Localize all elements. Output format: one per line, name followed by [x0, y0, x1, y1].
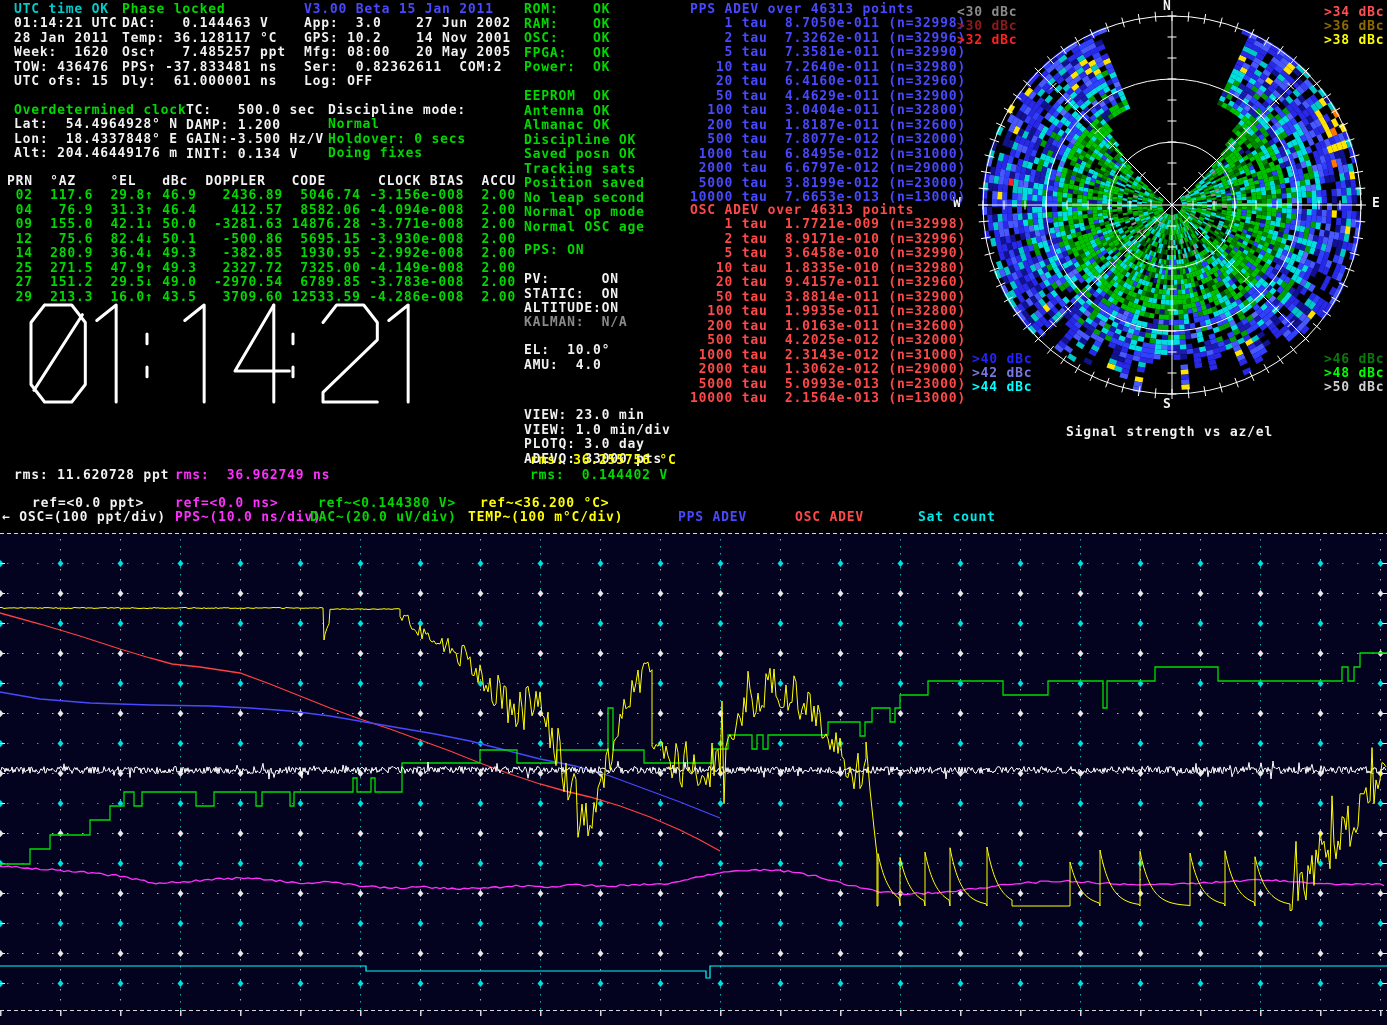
legend-gt50: >50 dBc — [1324, 381, 1384, 396]
kalman-status: KALMAN: N/A — [524, 316, 628, 331]
scale-temp: TEMP~(100 m°C/div) — [468, 511, 623, 526]
compass-south-label: S — [1163, 398, 1172, 413]
rms-dac: rms: 0.144402 V — [530, 469, 668, 484]
scale-pps: PPS~(10.0 ns/div) — [175, 511, 322, 526]
heather-screen: N E S W Signal strength vs az/el UTC tim… — [0, 0, 1387, 1025]
compass-north-label: N — [1163, 0, 1172, 15]
osc-adev-rows: 1 tau 1.7721e-009 (n=32998) 2 tau 8.9171… — [690, 218, 966, 407]
rms-osc: rms: 11.620728 ppt — [14, 469, 169, 484]
compass-east-label: E — [1372, 197, 1381, 212]
position-values: Lat: 54.4964928° N Lon: 18.4337848° E Al… — [14, 118, 178, 162]
scale-osc: ← OSC=(100 ppt/div) — [2, 511, 166, 526]
label-sat-count: Sat count — [918, 511, 996, 526]
digital-clock-canvas — [25, 299, 470, 414]
utc-info: 01:14:21 UTC 28 Jan 2011 Week: 1620 TOW:… — [14, 17, 118, 90]
version-values: App: 3.0 27 Jun 2002 GPS: 10.2 14 Nov 20… — [304, 17, 511, 90]
pps-adev-rows: 1 tau 8.7050e-011 (n=32998) 2 tau 7.3262… — [690, 17, 966, 206]
legend-gt38: >38 dBc — [1324, 34, 1384, 49]
scale-dac: DAC~(20.0 uV/div) — [310, 511, 457, 526]
legend-gt44: >44 dBc — [972, 381, 1032, 396]
mask-settings: EL: 10.0° AMU: 4.0 — [524, 344, 610, 373]
phase-values: DAC: 0.144463 V Temp: 36.128117 °C Osc↑ … — [122, 17, 286, 90]
rms-temp: rms: 36.255756 °C — [530, 454, 677, 469]
label-osc-adev: OSC ADEV — [795, 511, 864, 526]
loop-params: TC: 500.0 sec DAMP: 1.200 GAIN:-3.500 Hz… — [186, 104, 324, 162]
hw-status: ROM: OK RAM: OK OSC: OK FPGA: OK Power: … — [524, 3, 610, 76]
label-pps-adev: PPS ADEV — [678, 511, 747, 526]
legend-gt32: >32 dBc — [957, 34, 1017, 49]
polar-title: Signal strength vs az/el — [1066, 426, 1273, 441]
pps-status: PPS: ON — [524, 244, 584, 259]
discipline-mode: Normal Holdover: 0 secs Doing fixes — [328, 118, 466, 162]
receiver-status: EEPROM OK Antenna OK Almanac OK Discipli… — [524, 90, 645, 235]
strip-chart-canvas[interactable] — [0, 533, 1387, 1025]
rms-pps: rms: 36.962749 ns — [175, 469, 330, 484]
sat-table-rows: 02 117.6 29.8↑ 46.9 2436.89 5046.74 -3.1… — [7, 189, 516, 305]
fix-flags: PV: ON STATIC: ON ALTITUDE:ON — [524, 273, 619, 317]
